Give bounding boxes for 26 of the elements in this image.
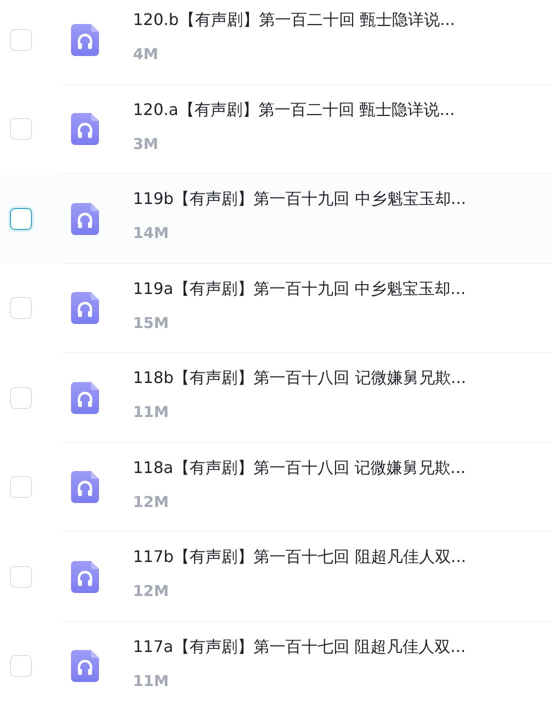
file-size: 4M [133, 45, 160, 64]
audio-file-icon [71, 560, 99, 593]
file-size: 12M [133, 492, 170, 511]
audio-file-icon [71, 292, 99, 324]
file-name[interactable]: 120.b【有声剧】第一百二十回 甄士隐详说... [133, 10, 456, 32]
audio-file-icon [71, 650, 99, 682]
file-name[interactable]: 120.a【有声剧】第一百二十回 甄士隐详说... [133, 100, 455, 121]
file-name[interactable]: 119a【有声剧】第一百十九回 中乡魁宝玉却... [133, 278, 466, 300]
file-size: 11M [133, 403, 170, 422]
file-size: 14M [133, 224, 170, 242]
file-name[interactable]: 117b【有声剧】第一百十七回 阻超凡佳人双... [133, 547, 466, 568]
file-size: 3M [133, 134, 160, 153]
audio-file-icon [71, 24, 99, 56]
file-name[interactable]: 118a【有声剧】第一百十八回 记微嫌舅兄欺... [133, 458, 466, 479]
file-size: 11M [133, 672, 170, 690]
audio-file-icon [71, 382, 99, 414]
file-name[interactable]: 118b【有声剧】第一百十八回 记微嫌舅兄欺... [133, 368, 466, 390]
checkbox[interactable] [10, 208, 32, 230]
file-name[interactable]: 119b【有声剧】第一百十九回 中乡魁宝玉却... [133, 189, 466, 210]
file-row[interactable]: 119b【有声剧】第一百十九回 中乡魁宝玉却... 14M [0, 174, 552, 264]
audio-file-icon [71, 113, 99, 146]
file-size: 15M [133, 314, 170, 332]
file-size: 12M [133, 582, 170, 600]
audio-file-icon [71, 471, 99, 504]
file-name[interactable]: 117a【有声剧】第一百十七回 阻超凡佳人双... [133, 636, 466, 658]
audio-file-icon [71, 202, 99, 235]
